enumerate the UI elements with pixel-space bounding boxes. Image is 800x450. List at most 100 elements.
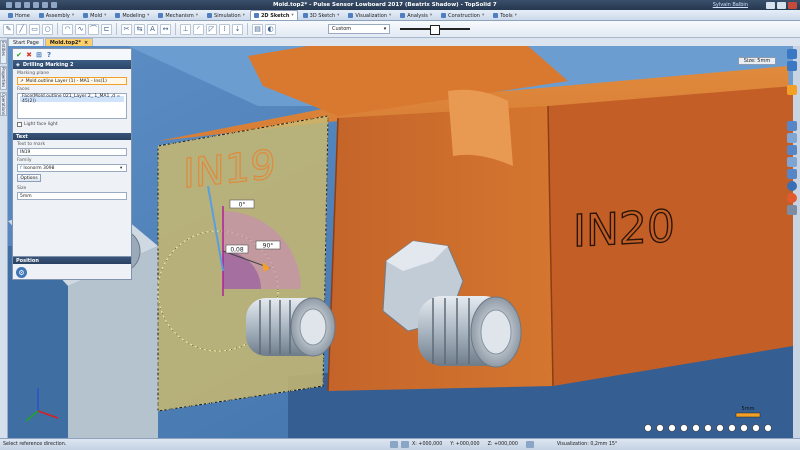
view-bottom-icon[interactable] [704,424,712,432]
new-icon[interactable] [15,2,21,8]
faces-list[interactable]: Face(Mold.outline 021_Layer 2_ 1_MA1 ,d … [17,93,127,119]
render-icon[interactable] [787,193,797,203]
maximize-button[interactable] [777,1,786,9]
help-icon[interactable] [787,205,797,215]
tab-visualization[interactable]: Visualization ▾ [344,10,395,20]
spline-icon[interactable]: ∿ [75,23,86,35]
close-tab-icon[interactable]: ▾ [430,13,432,18]
position-section-header[interactable]: Position [13,257,131,264]
mirror-icon[interactable]: ⇆ [134,23,145,35]
open-icon[interactable] [24,2,30,8]
tab-assembly[interactable]: Assembly ▾ [35,10,78,20]
pin-icon[interactable]: ⊞ [35,51,43,59]
text-to-mark-input[interactable]: IN19 [17,148,127,156]
tab-2d-sketch[interactable]: 2D Sketch ▾ [249,10,298,20]
snap-icon[interactable] [390,441,398,448]
wireframe-icon[interactable] [787,145,797,155]
rectangle-icon[interactable]: ▭ [29,23,40,35]
pattern-icon[interactable]: ⁞ [219,23,230,35]
tab-mechanism[interactable]: Mechanism ▾ [154,10,202,20]
line-icon[interactable]: ╱ [16,23,27,35]
view-left-icon[interactable] [668,424,676,432]
view-rotate-icon[interactable] [752,424,760,432]
close-tab-icon[interactable]: ▾ [196,13,198,18]
view-pan-icon[interactable] [740,424,748,432]
polyline-icon[interactable]: ⌒ [88,23,99,35]
view-fit-icon[interactable] [764,424,772,432]
help-icon[interactable]: ? [45,51,53,59]
line-thickness-slider[interactable] [400,25,470,35]
section-icon[interactable] [787,157,797,167]
tab-modeling[interactable]: Modeling ▾ [111,10,153,20]
doc-tab-mold[interactable]: Mold.top2* × [44,38,94,46]
trim-icon[interactable]: ✂ [121,23,132,35]
cancel-x-icon[interactable]: ✖ [25,51,33,59]
bolt-left[interactable] [246,297,336,357]
view-zoom-icon[interactable] [728,424,736,432]
close-tab-icon[interactable]: ▾ [147,13,149,18]
view-front-icon[interactable] [644,424,652,432]
view-cube-icon[interactable] [787,121,797,131]
close-tab-icon[interactable]: ▾ [337,13,339,18]
size-input[interactable]: 5mm [17,192,127,200]
marking-plane-field[interactable]: ↗ Mold.outline Layer (1) - MA1 - Ins(1) [17,77,127,85]
light-face-checkbox[interactable]: Light face light [13,119,131,130]
topsolid-logo-icon[interactable] [6,2,12,8]
add-icon[interactable] [787,49,797,59]
side-tab-operations[interactable]: Operations [0,92,7,116]
shading-icon[interactable] [787,133,797,143]
close-button[interactable] [788,1,797,9]
view-top-icon[interactable] [692,424,700,432]
dimension-icon[interactable]: ↔ [160,23,171,35]
family-dropdown[interactable]: 𝑓 Isonorm 3098 ▾ [17,164,127,172]
arc-icon[interactable]: ◠ [62,23,73,35]
close-icon[interactable]: × [84,40,88,46]
undo-icon[interactable] [42,2,48,8]
gear-icon[interactable]: ⚙ [16,267,27,278]
view-iso-icon[interactable] [716,424,724,432]
save-icon[interactable] [33,2,39,8]
pencil-icon[interactable]: ✎ [3,23,14,35]
globe-icon[interactable] [787,181,797,191]
tab-simulation[interactable]: Simulation ▾ [203,10,249,20]
tab-3d-sketch[interactable]: 3D Sketch ▾ [299,10,344,20]
side-tab-entities[interactable]: Entities [0,40,7,64]
color-icon[interactable]: ◐ [265,23,276,35]
ok-check-icon[interactable]: ✔ [15,51,23,59]
text-icon[interactable]: A [147,23,158,35]
chamfer-icon[interactable]: ◸ [206,23,217,35]
tab-home[interactable]: Home [4,10,34,20]
units-icon[interactable] [525,441,534,448]
move-icon[interactable] [787,61,797,71]
close-tab-icon[interactable]: ▾ [389,13,391,18]
text-section-header[interactable]: Text [13,133,131,140]
zoom-icon[interactable] [787,169,797,179]
minimize-button[interactable] [766,1,775,9]
tab-construction[interactable]: Construction ▾ [437,10,488,20]
close-tab-icon[interactable]: ▾ [243,13,245,18]
grid-icon[interactable] [401,441,409,448]
options-button[interactable]: Options [17,174,41,182]
close-tab-icon[interactable]: ▾ [515,13,517,18]
quick-access-toolbar[interactable] [0,2,57,8]
view-right-icon[interactable] [680,424,688,432]
circle-icon[interactable]: ○ [42,23,53,35]
warning-icon[interactable] [787,85,797,95]
close-tab-icon[interactable]: ▾ [291,13,293,18]
user-name-link[interactable]: Sylvain Balbin [713,2,748,8]
offset-icon[interactable]: ⊏ [101,23,112,35]
side-tab-properties[interactable]: Properties [0,66,7,90]
doc-tab-start-page[interactable]: Start Page [8,38,44,46]
close-tab-icon[interactable]: ▾ [72,13,74,18]
tab-tools[interactable]: Tools ▾ [489,10,521,20]
view-back-icon[interactable] [656,424,664,432]
tab-mold[interactable]: Mold ▾ [79,10,110,20]
constraint-icon[interactable]: ⊥ [180,23,191,35]
fillet-icon[interactable]: ◜ [193,23,204,35]
tab-analysis[interactable]: Analysis ▾ [396,10,436,20]
close-tab-icon[interactable]: ▾ [104,13,106,18]
project-icon[interactable]: ⇣ [232,23,243,35]
close-tab-icon[interactable]: ▾ [482,13,484,18]
checkbox-icon[interactable] [17,122,22,127]
line-style-dropdown[interactable]: Custom ▾ [328,24,390,34]
